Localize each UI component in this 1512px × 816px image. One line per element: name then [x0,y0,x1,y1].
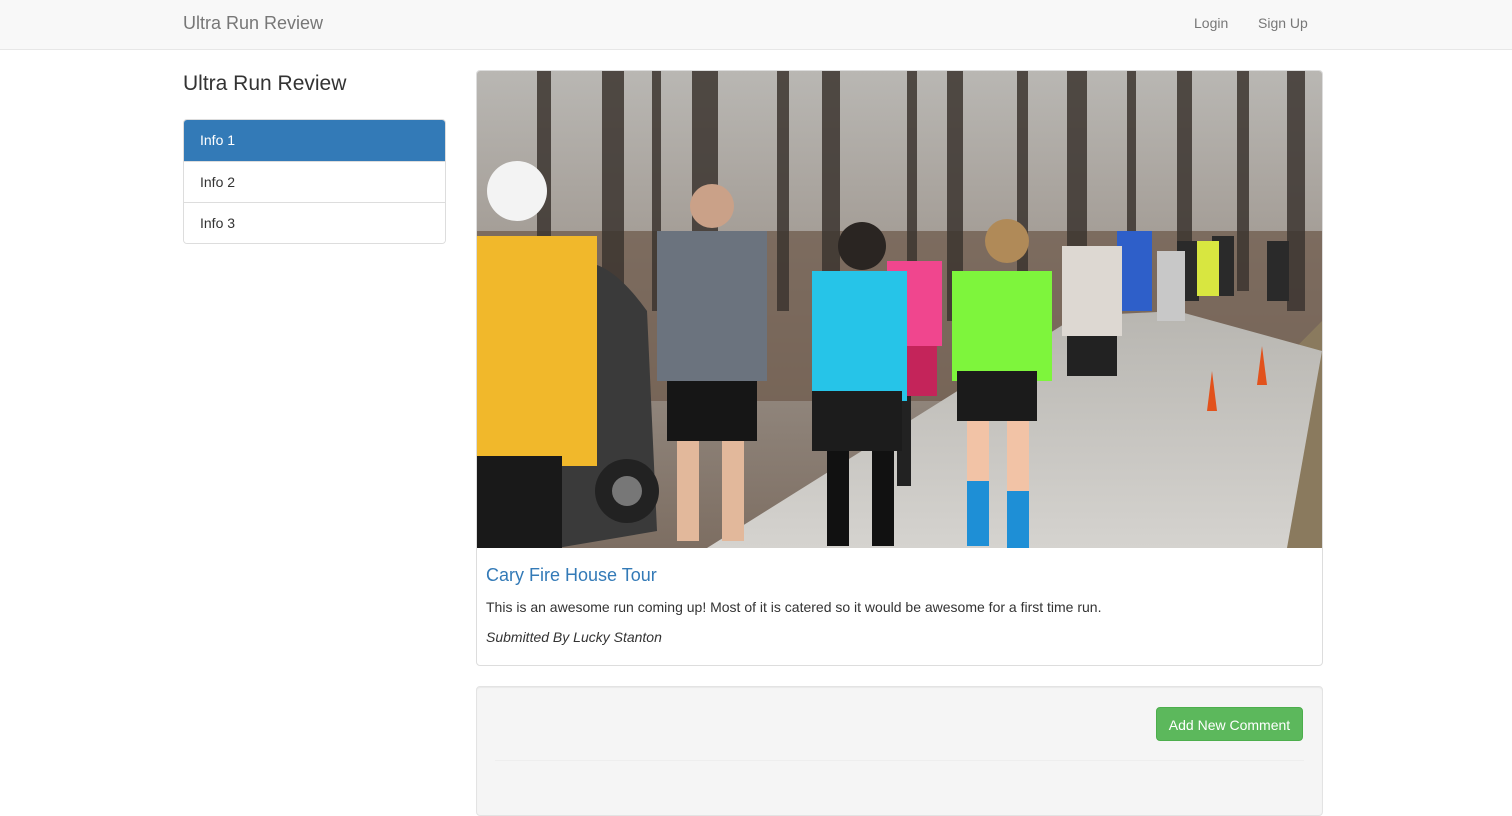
top-navbar: Ultra Run Review Login Sign Up [0,0,1512,50]
signup-link[interactable]: Sign Up [1258,15,1308,31]
add-comment-button[interactable]: Add New Comment [1156,707,1303,741]
sidebar-item-info-1[interactable]: Info 1 [184,120,445,161]
login-link[interactable]: Login [1194,15,1228,31]
run-author: Submitted By Lucky Stanton [486,629,662,645]
run-description: This is an awesome run coming up! Most o… [486,599,1102,615]
comments-divider [495,760,1304,761]
run-title-link[interactable]: Cary Fire House Tour [486,565,657,586]
navbar-brand[interactable]: Ultra Run Review [183,13,323,34]
sidebar-title: Ultra Run Review [183,72,347,95]
run-hero-image [477,71,1322,548]
sidebar-item-info-2[interactable]: Info 2 [184,161,445,202]
sidebar-item-info-3[interactable]: Info 3 [184,202,445,243]
run-post-card: Cary Fire House Tour This is an awesome … [476,70,1323,666]
sidebar-list: Info 1 Info 2 Info 3 [183,119,446,244]
comments-panel: Add New Comment [476,686,1323,816]
